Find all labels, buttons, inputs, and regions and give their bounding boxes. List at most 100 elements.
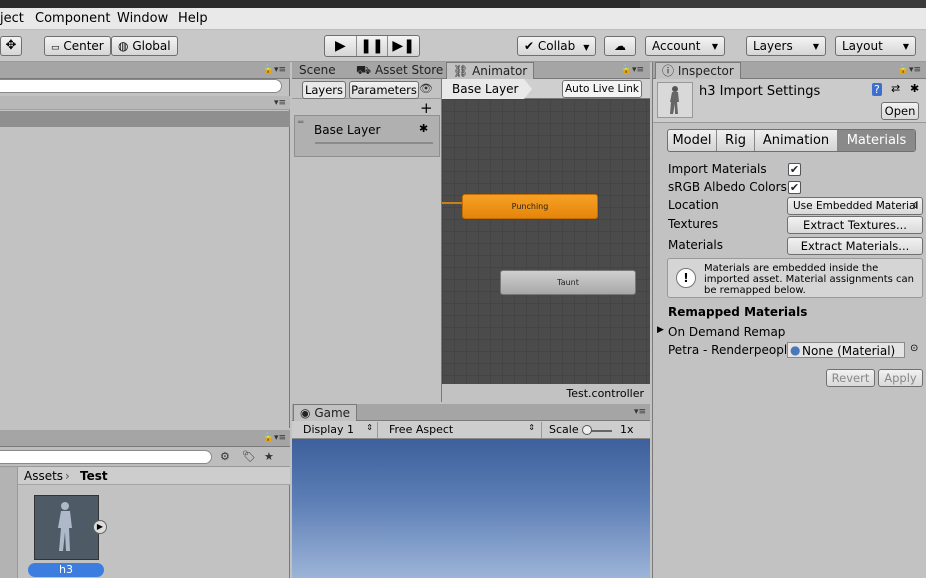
updown-icon: ⇕ <box>366 423 373 432</box>
layers-dropdown[interactable]: Layers ▼ <box>746 36 826 56</box>
location-value: Use Embedded Material <box>793 200 919 212</box>
game-panel: ◉ Game ▾≡ Display 1 ⇕ Free Aspect ⇕ Scal… <box>292 404 650 578</box>
apply-button[interactable]: Apply <box>878 369 923 387</box>
hierarchy-tabstrip: 🔒▾≡ <box>0 62 290 79</box>
pause-button[interactable]: ❚❚ <box>357 36 389 56</box>
gear-icon[interactable]: ✱ <box>419 122 428 135</box>
layer-weight-slider[interactable] <box>315 142 433 144</box>
breadcrumb: Assets › Test <box>18 467 290 485</box>
animator-graph[interactable]: Punching Taunt <box>442 99 650 384</box>
layout-label: Layout <box>842 39 883 53</box>
import-materials-checkbox[interactable]: ✔ <box>788 163 801 176</box>
tab-scene[interactable]: Scene <box>293 62 342 79</box>
textures-label: Textures <box>668 217 719 231</box>
filter-type-icon[interactable]: ⚙ <box>220 450 230 463</box>
revert-button[interactable]: Revert <box>826 369 875 387</box>
options-icon[interactable]: ▾≡ <box>274 98 286 108</box>
hierarchy-header: ▾≡ <box>0 96 290 110</box>
project-tabstrip: 🔒▾≡ <box>0 430 290 447</box>
info-icon: ⓘ <box>662 64 675 78</box>
game-view[interactable] <box>292 439 650 578</box>
import-tabs: Model Rig Animation Materials <box>667 129 916 152</box>
breadcrumb-test[interactable]: Test <box>80 469 108 483</box>
pivot-center-button[interactable]: ▭ Center <box>44 36 111 56</box>
tab-materials[interactable]: Materials <box>838 130 915 151</box>
menu-project[interactable]: ject <box>0 11 24 26</box>
object-picker-icon[interactable]: ⊙ <box>910 343 918 354</box>
hierarchy-selected-row[interactable] <box>0 111 290 127</box>
cloud-button[interactable]: ☁ <box>604 36 636 56</box>
display-dropdown[interactable]: Display 1 ⇕ <box>296 422 378 438</box>
menu-help[interactable]: Help <box>178 11 208 26</box>
step-button[interactable]: ▶❚ <box>388 36 419 56</box>
panel-menu-icon[interactable]: 🔒▾≡ <box>263 65 286 75</box>
help-icon[interactable]: ? <box>872 83 882 96</box>
hierarchy-search-input[interactable] <box>0 79 282 93</box>
model-preview-icon <box>657 82 693 118</box>
open-button[interactable]: Open <box>881 102 919 120</box>
store-icon: ⛟ <box>356 63 372 77</box>
tab-inspector[interactable]: ⓘ Inspector <box>655 62 741 80</box>
scale-label: Scale <box>549 423 579 436</box>
breadcrumb-assets[interactable]: Assets <box>24 469 63 483</box>
transition-arrow[interactable] <box>442 202 464 204</box>
chevron-down-icon: ▼ <box>902 42 909 51</box>
rect-tool-icon[interactable]: ✥ <box>0 36 22 56</box>
auto-live-link-button[interactable]: Auto Live Link <box>562 80 642 98</box>
tab-asset-store[interactable]: ⛟ Asset Store <box>350 62 449 79</box>
expand-arrow-icon[interactable]: ▶ <box>93 520 107 534</box>
menu-component[interactable]: Component <box>35 11 110 26</box>
panel-menu-icon[interactable]: 🔒▾≡ <box>898 65 921 75</box>
drag-handle-icon[interactable]: ═ <box>298 118 303 128</box>
tab-animator[interactable]: ⛓ Animator <box>446 62 535 80</box>
account-dropdown[interactable]: Account ▼ <box>645 36 725 56</box>
updown-icon: ⇕ <box>528 423 535 432</box>
state-node-taunt[interactable]: Taunt <box>500 270 636 295</box>
breadcrumb-base-layer[interactable]: Base Layer <box>442 79 532 99</box>
project-panel: 🔒▾≡ ⚙ 🏷 ★ Assets › Test ▶ h3 <box>0 430 290 578</box>
collab-button[interactable]: ✔ Collab ▼ <box>517 36 597 56</box>
tab-model[interactable]: Model <box>668 130 717 151</box>
asset-thumbnail[interactable] <box>34 495 99 560</box>
eye-icon[interactable]: 👁 <box>419 82 433 95</box>
foldout-arrow-icon[interactable]: ▶ <box>657 325 664 335</box>
tab-parameters[interactable]: Parameters <box>349 81 419 99</box>
srgb-checkbox[interactable]: ✔ <box>788 181 801 194</box>
material-object-field[interactable]: ● None (Material) <box>787 342 905 358</box>
panel-menu-icon[interactable]: ▾≡ <box>634 407 646 417</box>
gear-icon[interactable]: ✱ <box>910 82 919 95</box>
tab-rig[interactable]: Rig <box>717 130 755 151</box>
chevron-down-icon: ▼ <box>711 42 718 51</box>
scale-slider-thumb[interactable] <box>582 425 592 435</box>
layout-dropdown[interactable]: Layout ▼ <box>835 36 916 56</box>
pivot-global-button[interactable]: ◍ Global <box>111 36 178 56</box>
aspect-dropdown[interactable]: Free Aspect ⇕ <box>382 422 542 438</box>
label-icon[interactable]: 🏷 <box>242 450 256 463</box>
extract-textures-button[interactable]: Extract Textures... <box>787 216 923 234</box>
state-node-punching[interactable]: Punching <box>462 194 598 219</box>
menu-window[interactable]: Window <box>117 11 168 26</box>
tab-layers[interactable]: Layers <box>302 81 346 99</box>
star-icon[interactable]: ★ <box>264 450 274 463</box>
tab-animation[interactable]: Animation <box>755 130 838 151</box>
extract-materials-button[interactable]: Extract Materials... <box>787 237 923 255</box>
location-dropdown[interactable]: Use Embedded Material ⇕ <box>787 197 923 215</box>
game-label: Game <box>314 406 351 420</box>
panel-menu-icon[interactable]: 🔒▾≡ <box>263 433 286 443</box>
check-icon: ✔ <box>524 39 535 53</box>
layer-item[interactable]: ═ Base Layer ✱ <box>294 115 440 157</box>
layers-label: Layers <box>753 39 793 53</box>
window-top-strip-right <box>640 0 926 8</box>
on-demand-remap-foldout[interactable]: On Demand Remap <box>668 325 785 339</box>
preset-icon[interactable]: ⇄ <box>891 82 900 95</box>
info-icon: ! <box>676 268 696 288</box>
material-slot-label: Petra - Renderpeople <box>668 343 788 357</box>
asset-label[interactable]: h3 <box>28 563 104 577</box>
play-button[interactable]: ▶ <box>325 36 357 56</box>
info-box: ! Materials are embedded inside the impo… <box>667 258 923 298</box>
tab-game[interactable]: ◉ Game <box>293 404 358 422</box>
project-folder-tree <box>0 467 18 578</box>
panel-menu-icon[interactable]: 🔒▾≡ <box>621 65 644 75</box>
project-search-input[interactable] <box>0 450 212 464</box>
asset-store-label: Asset Store <box>374 63 444 77</box>
